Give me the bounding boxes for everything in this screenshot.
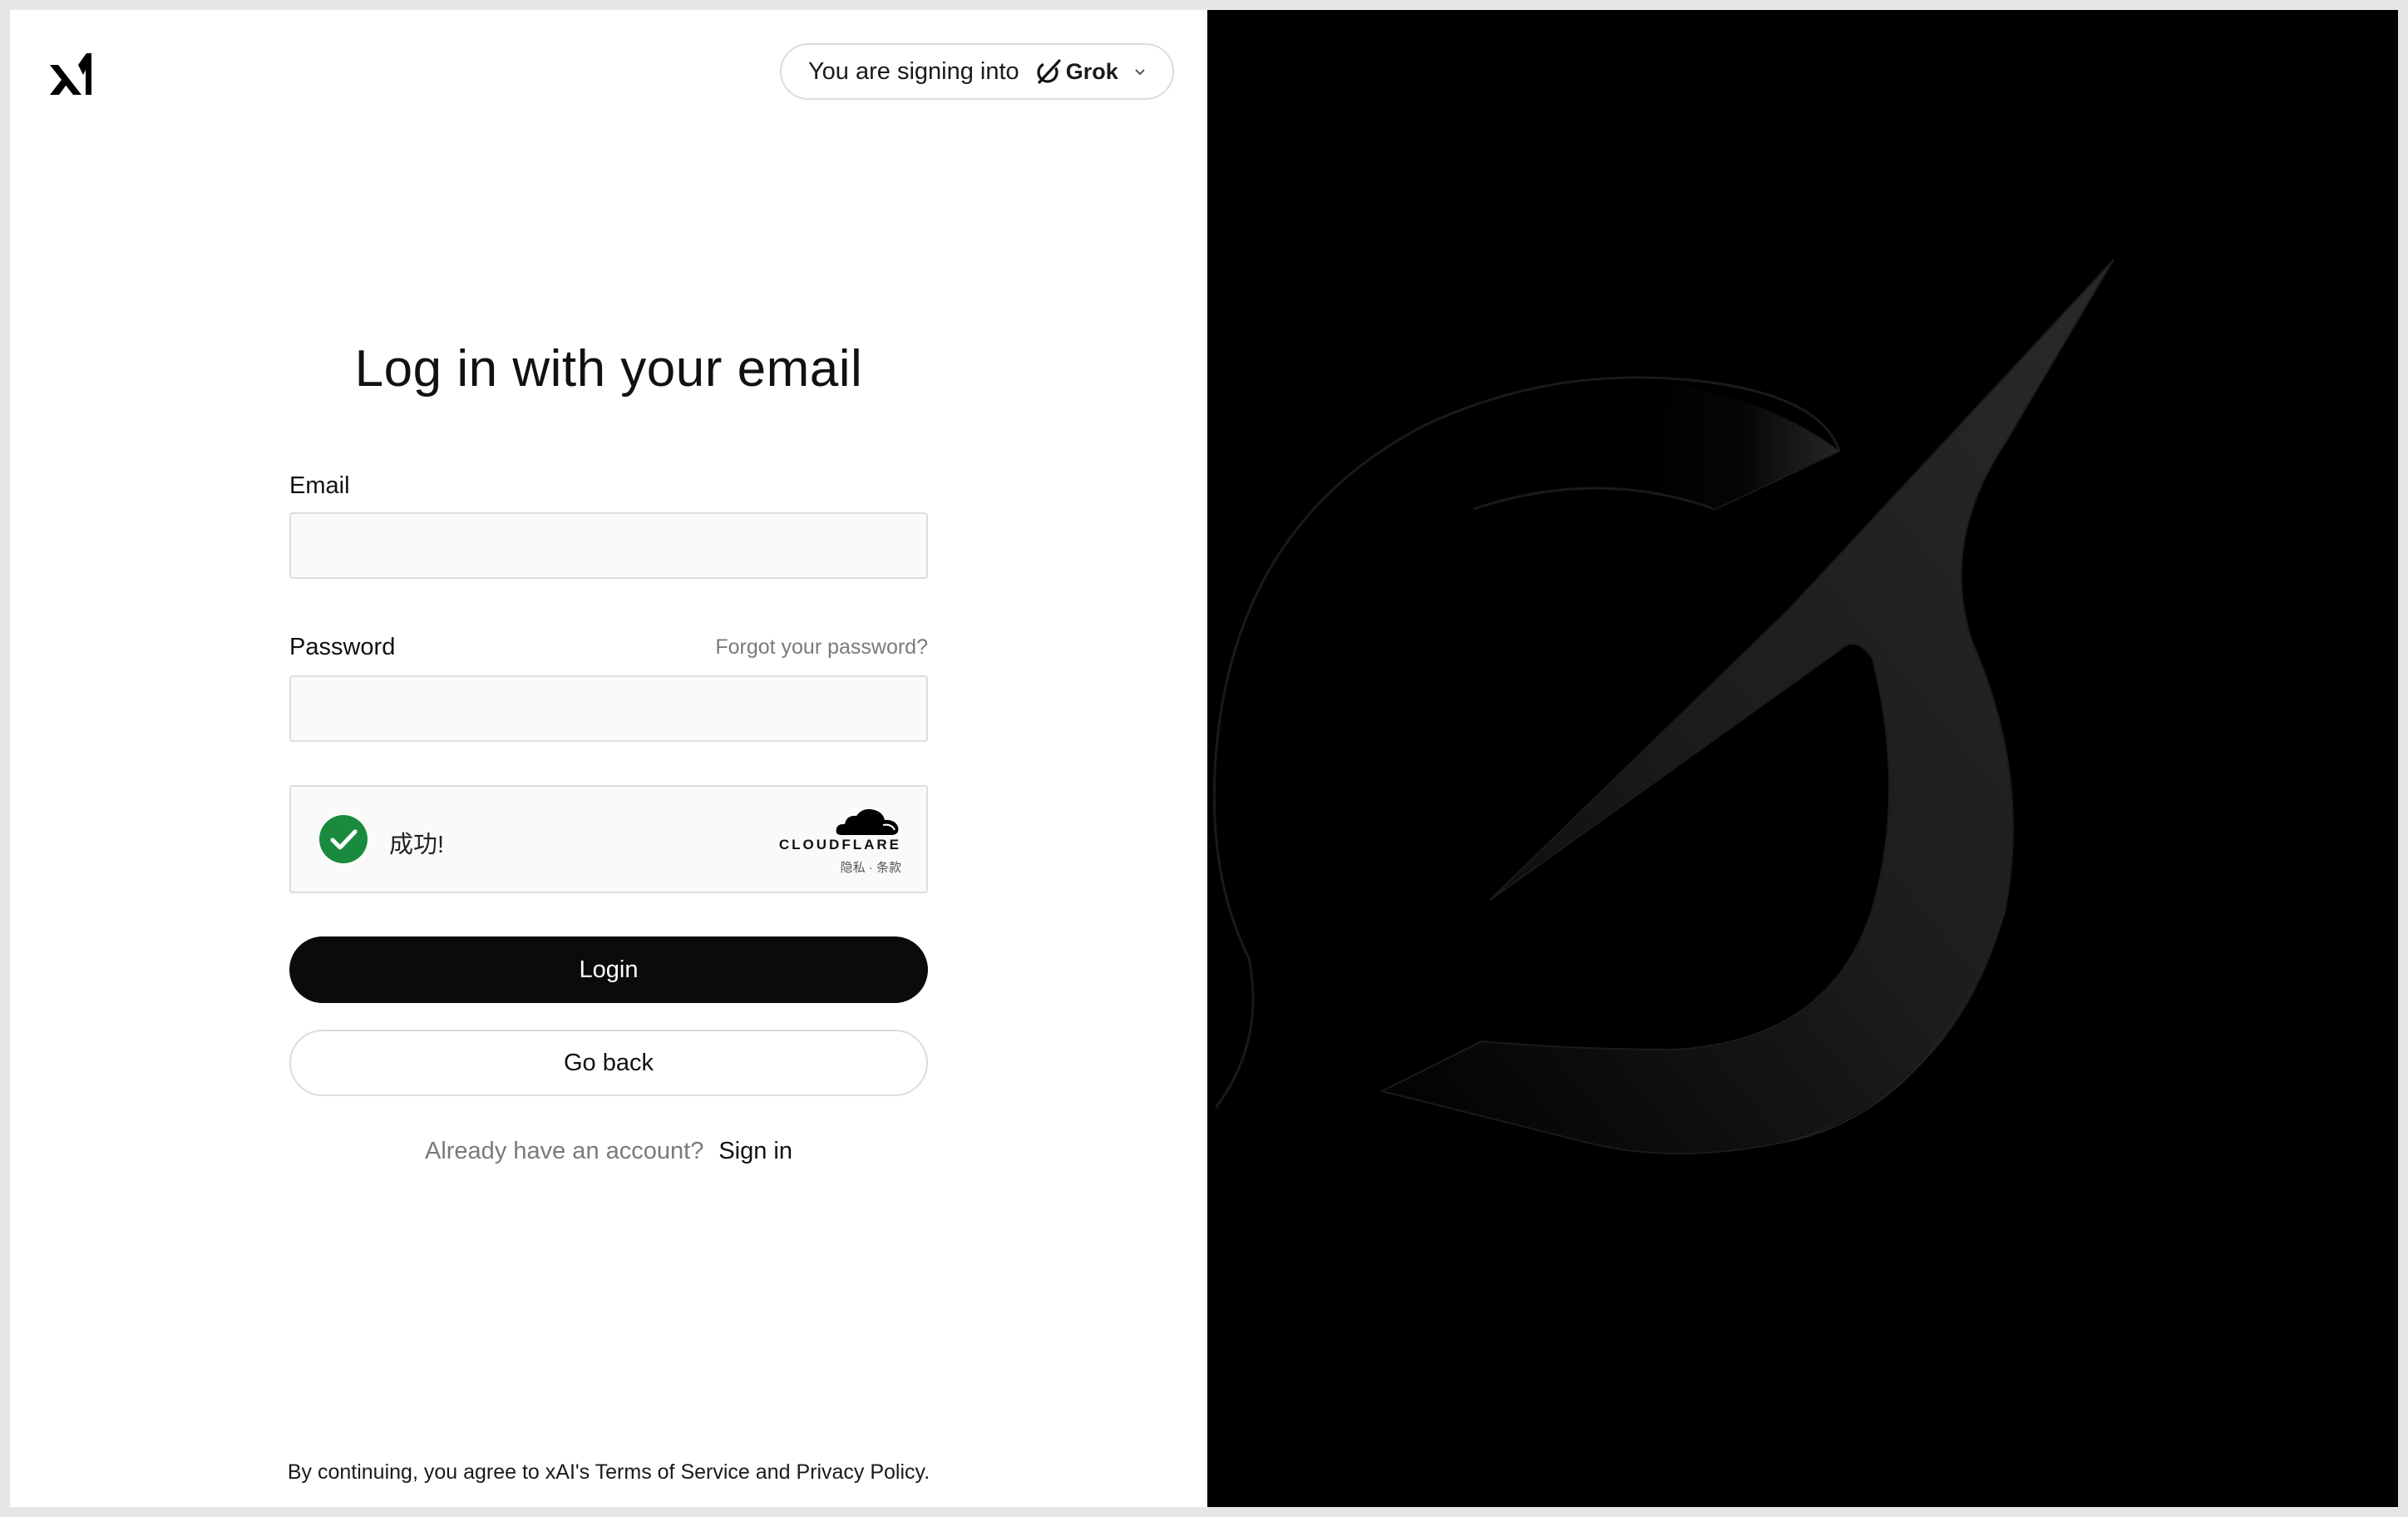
chevron-down-icon: [1135, 69, 1145, 76]
forgot-password-link[interactable]: Forgot your password?: [715, 635, 928, 660]
grok-icon: [1037, 59, 1061, 84]
footer-prefix: By continuing, you agree to xAI's: [287, 1460, 595, 1484]
captcha-links[interactable]: 隐私 · 条款: [768, 858, 901, 876]
cloudflare-branding: CLOUDFLARE 隐私 · 条款: [768, 805, 901, 876]
cloudflare-name: CLOUDFLARE: [778, 837, 901, 852]
cloudflare-cloud-icon: [836, 808, 899, 835]
sign-in-link[interactable]: Sign in: [718, 1138, 792, 1164]
login-page: You are signing into Grok Log in with yo…: [10, 10, 2398, 1507]
privacy-link[interactable]: Privacy Policy: [796, 1460, 924, 1484]
footer-suffix: .: [924, 1460, 930, 1484]
login-panel: You are signing into Grok Log in with yo…: [10, 10, 1207, 1507]
account-prompt: Already have an account? Sign in: [10, 1138, 1207, 1165]
account-question: Already have an account?: [424, 1138, 704, 1164]
captcha-status: 成功!: [389, 832, 445, 858]
login-button[interactable]: Login: [289, 936, 928, 1003]
footer-conjunction: and: [749, 1460, 797, 1484]
success-check-icon: [319, 815, 368, 863]
email-label: Email: [289, 472, 350, 499]
go-back-button[interactable]: Go back: [289, 1030, 928, 1096]
brand-panel: [1207, 10, 2398, 1507]
email-field[interactable]: [289, 512, 928, 579]
xai-logo[interactable]: [48, 52, 93, 96]
product-selector[interactable]: You are signing into Grok: [780, 43, 1174, 100]
page-title: Log in with your email: [354, 340, 863, 398]
product-name: Grok: [1065, 58, 1118, 84]
terms-link[interactable]: Terms of Service: [595, 1460, 750, 1484]
legal-footer: By continuing, you agree to xAI's Terms …: [10, 1460, 1207, 1485]
password-label: Password: [289, 634, 396, 660]
password-field[interactable]: [289, 675, 928, 742]
cloudflare-captcha[interactable]: 成功! CLOUDFLARE 隐私 · 条款: [289, 785, 928, 893]
signing-into-text: You are signing into: [808, 57, 1019, 85]
grok-background-mark: [1212, 259, 2114, 1154]
